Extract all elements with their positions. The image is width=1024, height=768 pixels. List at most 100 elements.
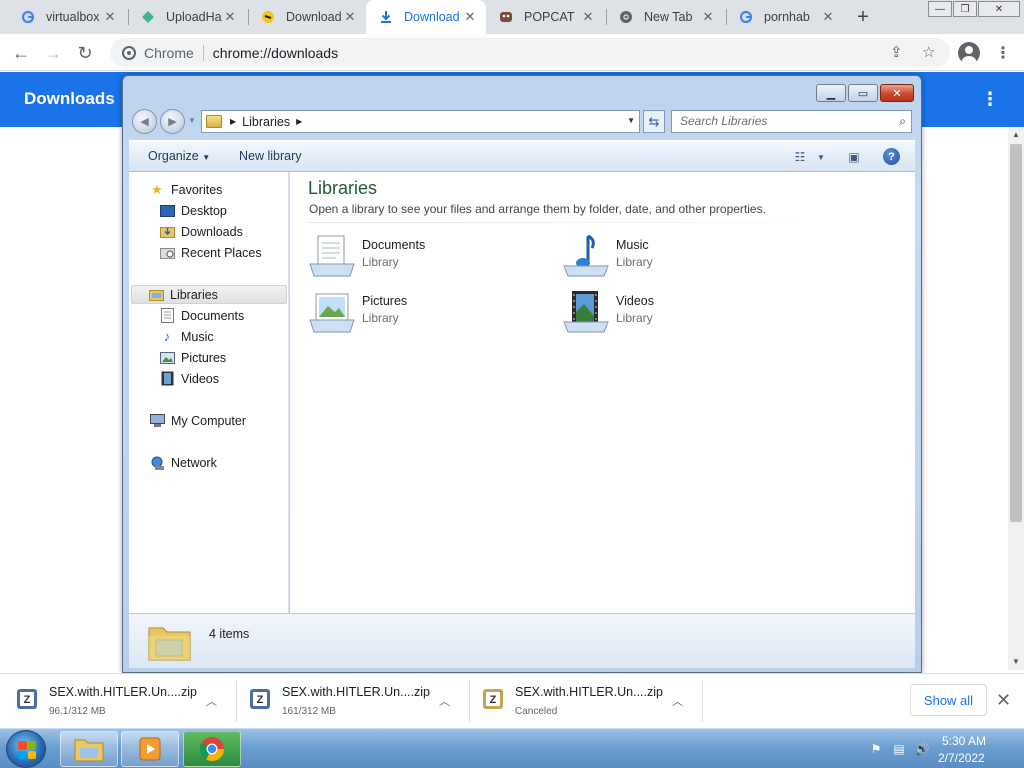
- explorer-maximize-button[interactable]: ▭: [848, 84, 878, 102]
- nav-desktop[interactable]: Desktop: [159, 201, 227, 220]
- forward-button[interactable]: →: [40, 40, 66, 66]
- explorer-close-button[interactable]: ✕: [880, 84, 914, 102]
- close-tab-icon[interactable]: ✕: [222, 9, 238, 25]
- chevron-up-icon[interactable]: ︿: [439, 693, 450, 709]
- nav-label: Downloads: [181, 224, 243, 239]
- explorer-refresh-button[interactable]: ⇆: [643, 110, 665, 133]
- pictures-library-icon: [309, 293, 355, 333]
- download-filename: SEX.with.HITLER.Un....zip: [282, 685, 430, 699]
- clock-date[interactable]: 2/7/2022: [938, 751, 985, 765]
- library-name: Music: [616, 238, 649, 252]
- tab-virtualbox[interactable]: virtualbox ✕: [8, 0, 126, 34]
- close-window-button[interactable]: ✕: [978, 1, 1020, 17]
- breadcrumb-arrow-icon[interactable]: ▶: [296, 117, 302, 126]
- explorer-back-button[interactable]: ◀: [132, 109, 157, 134]
- close-tab-icon[interactable]: ✕: [102, 9, 118, 25]
- close-tab-icon[interactable]: ✕: [580, 9, 596, 25]
- restore-window-button[interactable]: ❐: [953, 1, 977, 17]
- help-icon[interactable]: ?: [883, 148, 900, 165]
- minimize-window-button[interactable]: —: [928, 1, 952, 17]
- action-center-flag-icon[interactable]: ⚑: [868, 741, 884, 757]
- profile-button[interactable]: [956, 40, 982, 66]
- breadcrumb-arrow-icon[interactable]: ▶: [230, 117, 236, 126]
- libraries-folder-icon: [206, 115, 222, 128]
- explorer-minimize-button[interactable]: ▁: [816, 84, 846, 102]
- nav-videos[interactable]: Videos: [159, 369, 219, 388]
- show-all-button[interactable]: Show all: [910, 684, 987, 716]
- pictures-icon: [159, 350, 175, 366]
- address-history-dropdown-icon[interactable]: ▼: [627, 116, 635, 125]
- library-type: Library: [362, 311, 399, 325]
- clock-time[interactable]: 5:30 AM: [942, 734, 986, 748]
- nav-music[interactable]: ♪ Music: [159, 327, 214, 346]
- network-icon: [149, 455, 165, 471]
- nav-label: My Computer: [171, 413, 247, 428]
- start-button[interactable]: [6, 730, 46, 768]
- share-icon[interactable]: ⇪: [890, 43, 903, 61]
- chrome-menu-button[interactable]: ⋮: [990, 40, 1016, 66]
- tab-popcat[interactable]: POPCAT ✕: [486, 0, 604, 34]
- volume-icon[interactable]: 🔊: [914, 741, 930, 757]
- videos-icon: [159, 371, 175, 387]
- close-tab-icon[interactable]: ✕: [462, 9, 478, 25]
- library-music[interactable]: Music Library: [562, 232, 802, 280]
- star-icon: ★: [151, 181, 163, 197]
- tab-download-site[interactable]: Download ✕: [248, 0, 366, 34]
- explorer-forward-button[interactable]: ▶: [160, 109, 185, 134]
- back-button[interactable]: ←: [8, 40, 34, 66]
- download-item[interactable]: Z SEX.with.HITLER.Un....zip 96.1/312 MB …: [16, 679, 234, 723]
- view-dropdown-icon[interactable]: ▼: [812, 148, 830, 166]
- nav-libraries[interactable]: Libraries: [131, 285, 287, 304]
- nav-my-computer[interactable]: My Computer: [149, 411, 246, 430]
- scroll-up-icon[interactable]: ▲: [1012, 130, 1020, 139]
- avatar-icon: [958, 42, 980, 64]
- download-site-icon: [260, 9, 276, 25]
- chevron-up-icon[interactable]: ︿: [206, 693, 217, 709]
- nav-favorites[interactable]: ★ Favorites: [149, 180, 222, 199]
- new-library-button[interactable]: New library: [239, 149, 302, 163]
- reload-button[interactable]: ↻: [72, 40, 98, 66]
- scroll-down-icon[interactable]: ▼: [1012, 657, 1020, 666]
- nav-network[interactable]: Network: [149, 453, 217, 472]
- nav-documents[interactable]: Documents: [159, 306, 244, 325]
- new-tab-button[interactable]: +: [850, 5, 876, 29]
- tab-google-search[interactable]: pornhab ✕: [726, 0, 844, 34]
- download-status: 96.1/312 MB: [49, 706, 106, 717]
- downloads-menu-button[interactable]: ⋮: [978, 86, 1002, 112]
- library-pictures[interactable]: Pictures Library: [308, 288, 548, 336]
- library-videos[interactable]: Videos Library: [562, 288, 802, 336]
- close-tab-icon[interactable]: ✕: [342, 9, 358, 25]
- address-bar[interactable]: Chrome chrome://downloads: [110, 38, 950, 67]
- library-documents[interactable]: Documents Library: [308, 232, 548, 280]
- network-tray-icon[interactable]: ▤: [891, 741, 907, 757]
- chevron-up-icon[interactable]: ︿: [672, 693, 683, 709]
- close-tab-icon[interactable]: ✕: [700, 9, 716, 25]
- close-tab-icon[interactable]: ✕: [820, 9, 836, 25]
- tab-downloads[interactable]: Download ✕: [366, 0, 486, 34]
- desktop-icon: [159, 203, 175, 219]
- preview-pane-icon[interactable]: ▣: [845, 148, 863, 166]
- scrollbar-thumb[interactable]: [1010, 144, 1022, 522]
- recent-pages-dropdown-icon[interactable]: ▼: [188, 116, 196, 125]
- bookmark-star-icon[interactable]: ☆: [922, 43, 935, 61]
- nav-label: Documents: [181, 308, 245, 323]
- nav-pictures[interactable]: Pictures: [159, 348, 226, 367]
- organize-button[interactable]: Organize ▼: [148, 149, 210, 163]
- page-scrollbar[interactable]: ▲ ▼: [1008, 127, 1024, 670]
- download-item[interactable]: Z SEX.with.HITLER.Un....zip Canceled ︿: [482, 679, 700, 723]
- explorer-search-input[interactable]: Search Libraries ⌕: [671, 110, 912, 133]
- change-view-icon[interactable]: ☷: [791, 148, 809, 166]
- explorer-address-bar[interactable]: ▶ Libraries ▶ ▼: [201, 110, 640, 133]
- taskbar-media-player-button[interactable]: [121, 731, 179, 767]
- download-item[interactable]: Z SEX.with.HITLER.Un....zip 161/312 MB ︿: [249, 679, 467, 723]
- taskbar-chrome-button[interactable]: [183, 731, 241, 767]
- close-shelf-icon[interactable]: ✕: [996, 690, 1011, 711]
- search-icon[interactable]: ⌕: [899, 114, 906, 129]
- nav-label: Pictures: [181, 350, 227, 365]
- breadcrumb-libraries[interactable]: Libraries: [242, 115, 290, 129]
- nav-downloads[interactable]: Downloads: [159, 222, 243, 241]
- tab-uploadhaven[interactable]: UploadHa ✕: [128, 0, 246, 34]
- nav-recent-places[interactable]: Recent Places: [159, 243, 262, 262]
- tab-new-tab[interactable]: New Tab ✕: [606, 0, 724, 34]
- taskbar-explorer-button[interactable]: [60, 731, 118, 767]
